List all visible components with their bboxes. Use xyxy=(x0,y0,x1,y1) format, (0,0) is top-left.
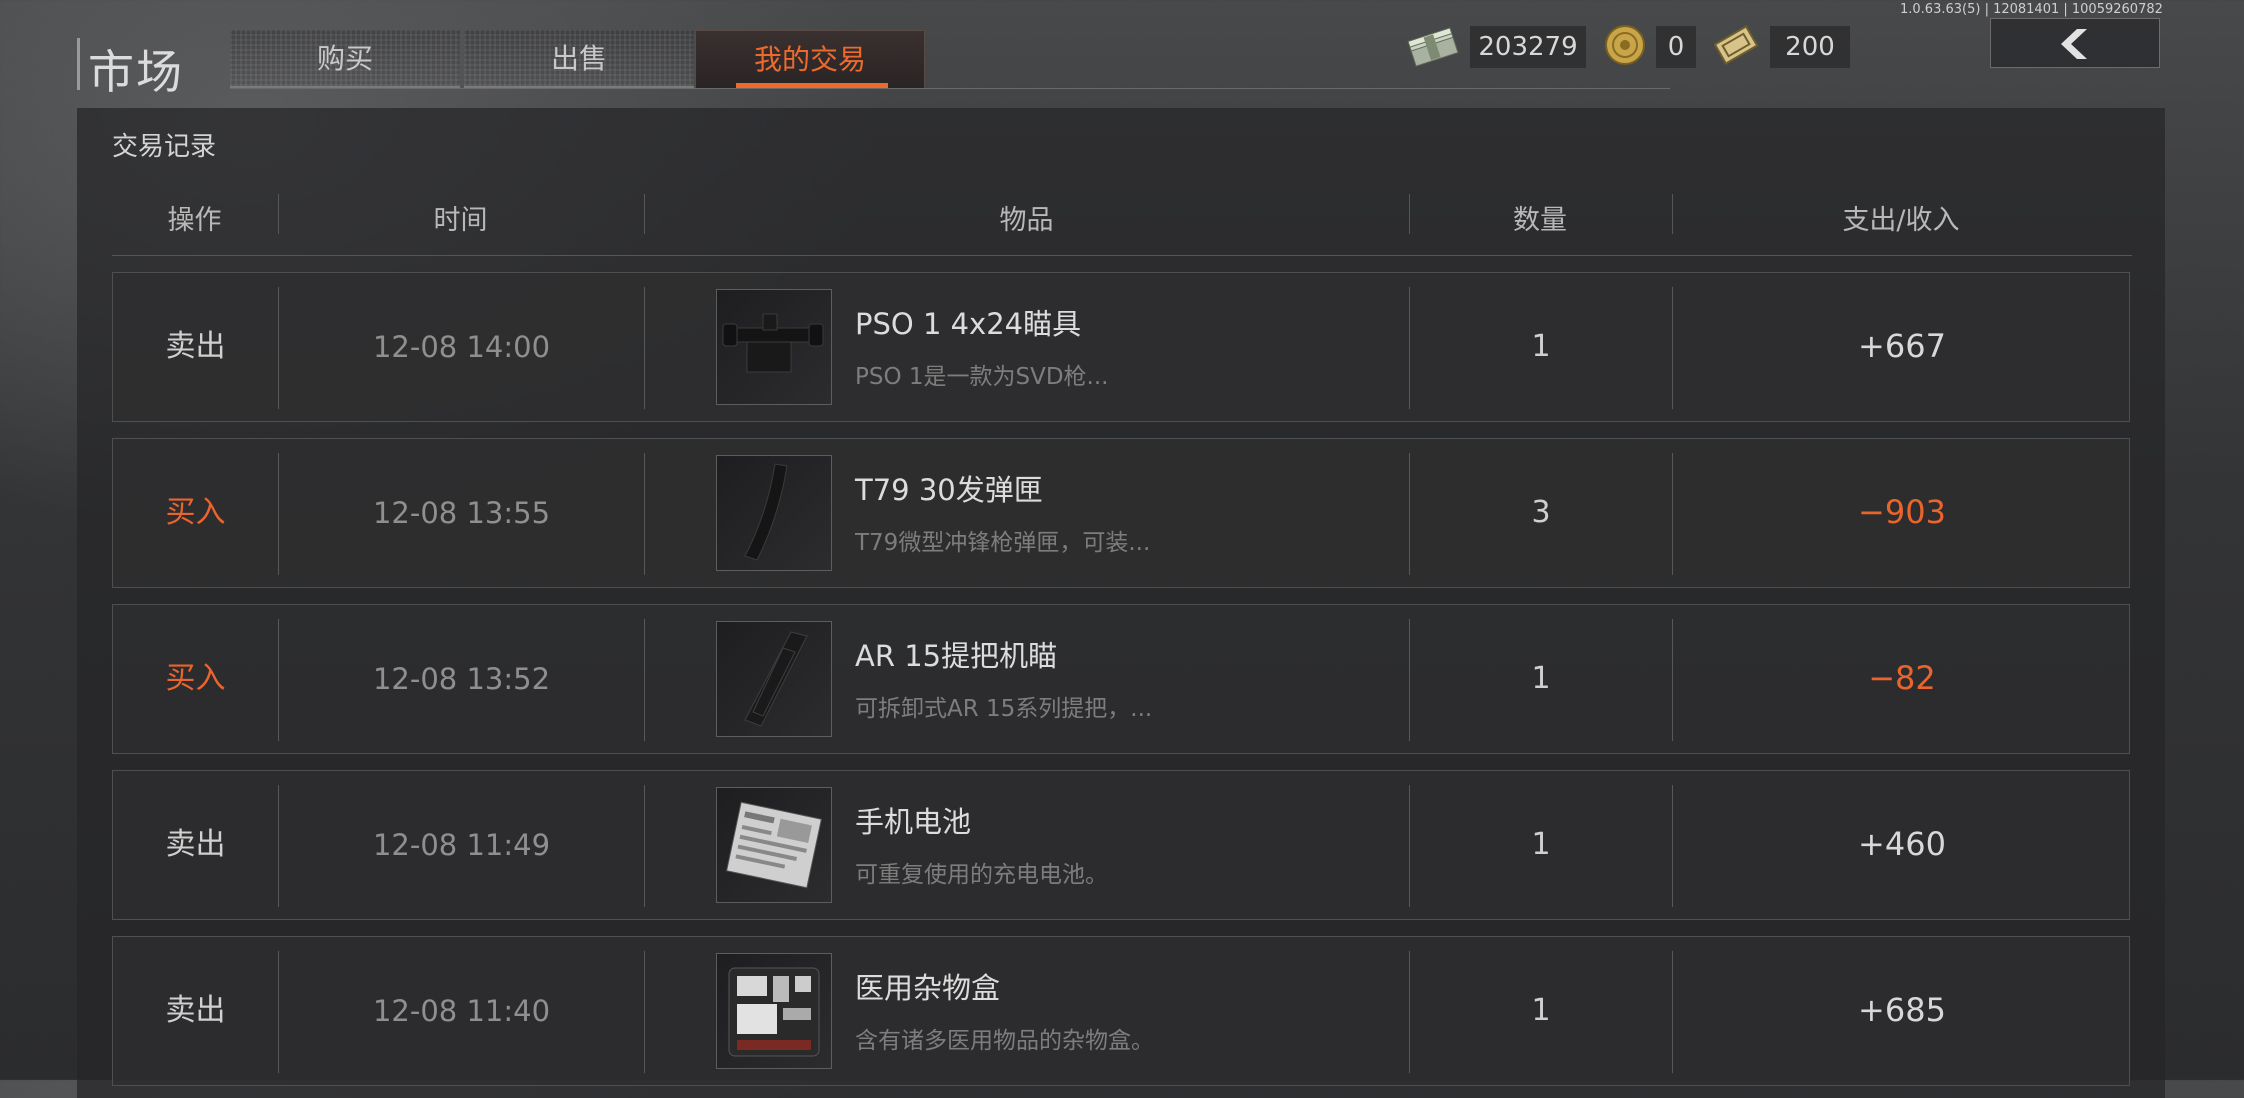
col-header-time: 时间 xyxy=(433,205,488,236)
item-description: T79微型冲锋枪弹匣，可装... xyxy=(855,530,1151,556)
cell-divider xyxy=(644,785,645,907)
scope-icon xyxy=(722,313,824,373)
phone-battery-icon xyxy=(726,801,822,889)
time-label: 12-08 11:49 xyxy=(372,828,551,862)
medical-case-icon xyxy=(728,967,820,1057)
tab-my-trades-label: 我的交易 xyxy=(753,43,866,76)
quantity-label: 3 xyxy=(1531,495,1551,530)
item-name: 医用杂物盒 xyxy=(855,971,1001,1005)
coin-amount: 0 xyxy=(1656,26,1696,68)
quantity-label: 1 xyxy=(1531,661,1551,696)
tab-sell-label: 出售 xyxy=(550,42,607,75)
gold-coin-icon xyxy=(1604,24,1646,66)
back-button[interactable] xyxy=(1990,18,2160,68)
item-name: 手机电池 xyxy=(855,805,972,839)
op-label: 买入 xyxy=(165,661,226,696)
col-header-op: 操作 xyxy=(167,205,222,236)
item-description: PSO 1是一款为SVD枪... xyxy=(855,364,1109,390)
item-name: PSO 1 4x24瞄具 xyxy=(855,307,1082,341)
cell-divider xyxy=(644,619,645,741)
cash-amount: 203279 xyxy=(1470,26,1586,68)
amount-label: +685 xyxy=(1858,991,1946,1029)
tab-buy-label: 购买 xyxy=(316,42,373,75)
item-thumbnail xyxy=(716,289,832,405)
item-name: AR 15提把机瞄 xyxy=(855,639,1058,673)
table-row[interactable]: 卖出 12-08 11:49 手机电池 可重复使用的充电电池。 1 +460 xyxy=(112,770,2130,920)
op-label: 卖出 xyxy=(165,993,226,1028)
tab-sell[interactable]: 出售 xyxy=(464,30,694,88)
op-label: 卖出 xyxy=(165,329,226,364)
time-label: 12-08 13:52 xyxy=(372,662,551,696)
amount-label: −82 xyxy=(1868,659,1936,697)
table-row[interactable]: 卖出 12-08 14:00 PSO 1 4x24瞄具 PSO 1是一款为SVD… xyxy=(112,272,2130,422)
chevron-left-icon xyxy=(2061,29,2087,59)
page-title: 市场 xyxy=(88,45,184,99)
quantity-label: 1 xyxy=(1531,329,1551,364)
cell-divider xyxy=(644,453,645,575)
cash-stack-icon xyxy=(1405,22,1461,72)
item-thumbnail xyxy=(716,787,832,903)
header-rule xyxy=(112,255,2132,256)
col-header-amount: 支出/收入 xyxy=(1842,205,1960,236)
carry-handle-sight-icon xyxy=(744,631,808,727)
item-description: 含有诸多医用物品的杂物盒。 xyxy=(855,1028,1154,1054)
item-thumbnail xyxy=(716,953,832,1069)
version-label: 1.0.63.63(5) | 12081401 | 10059260782 xyxy=(1900,2,2163,17)
ticket-icon xyxy=(1712,22,1760,68)
magazine-icon xyxy=(744,463,788,561)
time-label: 12-08 11:40 xyxy=(372,994,551,1028)
section-title: 交易记录 xyxy=(112,132,217,162)
item-thumbnail xyxy=(716,455,832,571)
ticket-amount: 200 xyxy=(1770,26,1850,68)
op-label: 卖出 xyxy=(165,827,226,862)
amount-label: +667 xyxy=(1858,327,1946,365)
amount-label: −903 xyxy=(1858,493,1946,531)
time-label: 12-08 13:55 xyxy=(372,496,551,530)
table-row[interactable]: 买入 12-08 13:52 AR 15提把机瞄 可拆卸式AR 15系列提把，.… xyxy=(112,604,2130,754)
time-label: 12-08 14:00 xyxy=(372,330,551,364)
col-header-qty: 数量 xyxy=(1513,205,1567,236)
tab-my-trades[interactable]: 我的交易 xyxy=(695,30,925,88)
amount-label: +460 xyxy=(1858,825,1946,863)
item-thumbnail xyxy=(716,621,832,737)
cell-divider xyxy=(644,951,645,1073)
table-row[interactable]: 买入 12-08 13:55 T79 30发弹匣 T79微型冲锋枪弹匣，可装..… xyxy=(112,438,2130,588)
title-accent-bar xyxy=(77,38,80,90)
quantity-label: 1 xyxy=(1531,827,1551,862)
tab-buy[interactable]: 购买 xyxy=(230,30,460,88)
op-label: 买入 xyxy=(165,495,226,530)
header-divider xyxy=(230,88,1670,89)
table-row[interactable]: 卖出 12-08 11:40 医用杂物盒 含有诸多医用物品的杂物盒。 1 +68… xyxy=(112,936,2130,1086)
item-description: 可重复使用的充电电池。 xyxy=(855,862,1108,888)
item-name: T79 30发弹匣 xyxy=(855,473,1043,507)
quantity-label: 1 xyxy=(1531,993,1551,1028)
cell-divider xyxy=(644,287,645,409)
item-description: 可拆卸式AR 15系列提把，... xyxy=(855,696,1153,722)
col-header-item: 物品 xyxy=(999,205,1054,236)
